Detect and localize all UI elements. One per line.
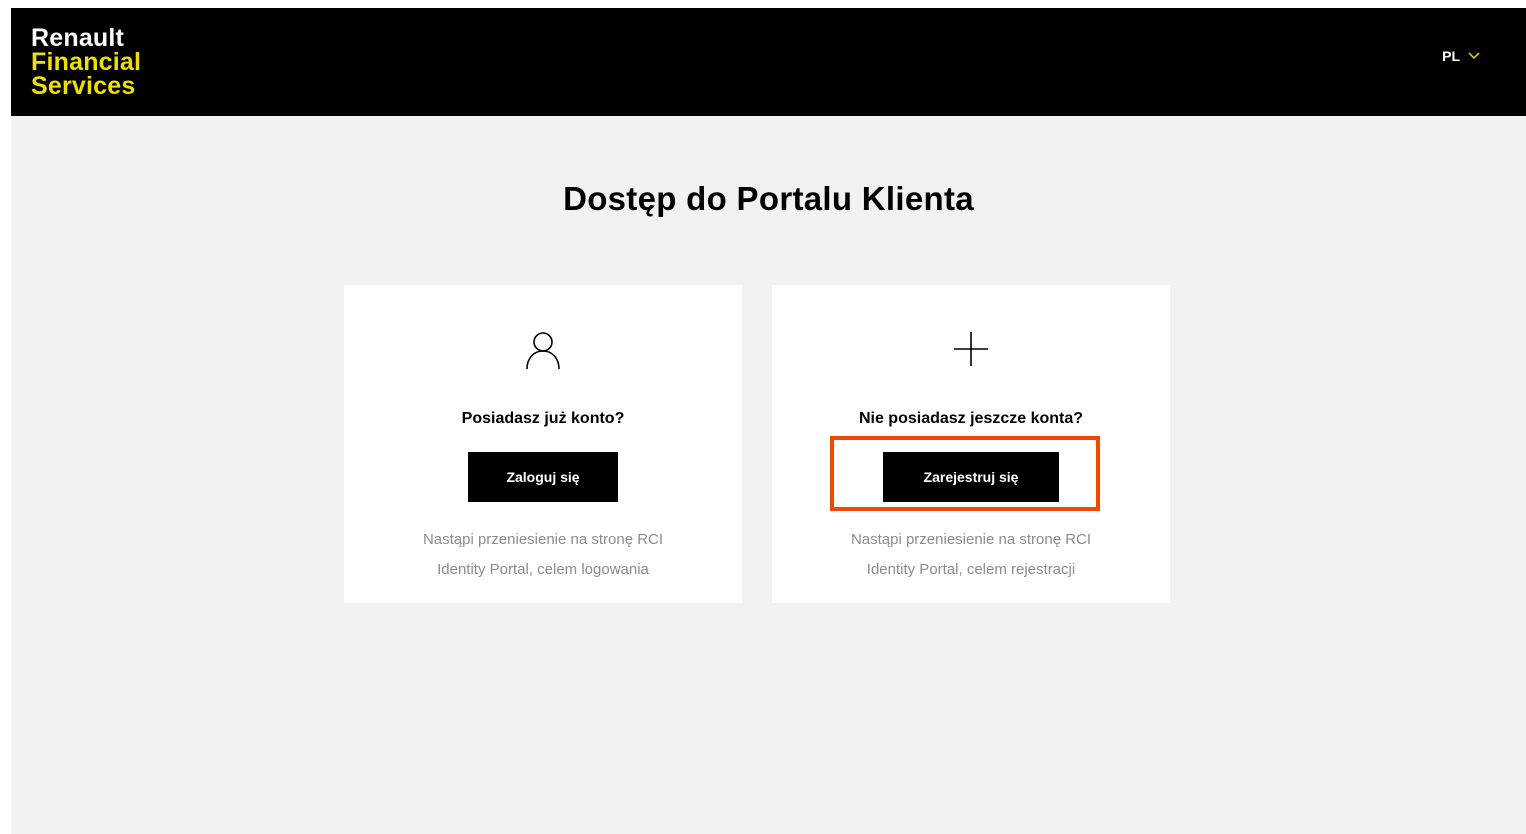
register-card: Nie posiadasz jeszcze konta? Zarejestruj…	[772, 285, 1170, 603]
language-selector[interactable]: PL	[1442, 48, 1480, 64]
logo-line-services: Services	[31, 72, 136, 100]
site-header: Renault Financial Services PL	[11, 8, 1526, 116]
login-note: Nastąpi przeniesienie na stronę RCI Iden…	[344, 525, 742, 585]
language-label: PL	[1442, 48, 1460, 64]
login-note-line1: Nastąpi przeniesienie na stronę RCI	[422, 531, 664, 548]
login-button[interactable]: Zaloguj się	[468, 452, 618, 502]
register-button[interactable]: Zarejestruj się	[883, 452, 1059, 502]
page-frame: Renault Financial Services PL Dostęp do …	[11, 8, 1526, 834]
renault-financial-services-logo[interactable]: Renault Financial Services	[31, 24, 142, 100]
logo-line-financial: Financial	[31, 48, 142, 76]
register-note-line1: Nastąpi przeniesienie na stronę RCI	[850, 531, 1092, 548]
page-title: Dostęp do Portalu Klienta	[563, 180, 974, 217]
register-question: Nie posiadasz jeszcze konta?	[858, 410, 1084, 427]
login-note-line2: Identity Portal, celem logowania	[437, 561, 649, 578]
chevron-down-icon	[1468, 52, 1480, 60]
user-icon	[524, 330, 562, 375]
register-note: Nastąpi przeniesienie na stronę RCI Iden…	[772, 525, 1170, 585]
plus-icon	[952, 330, 990, 373]
login-card: Posiadasz już konto? Zaloguj się Nastąpi…	[344, 285, 742, 603]
register-note-line2: Identity Portal, celem rejestracji	[866, 561, 1076, 578]
logo-line-renault: Renault	[31, 24, 125, 52]
login-question: Posiadasz już konto?	[461, 410, 625, 427]
